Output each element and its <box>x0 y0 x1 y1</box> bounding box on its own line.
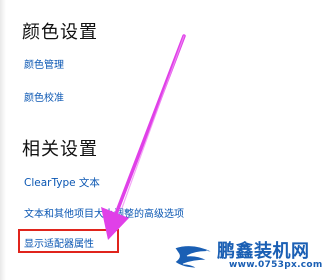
color-settings-heading: 颜色设置 <box>22 22 98 43</box>
color-management-link[interactable]: 颜色管理 <box>24 56 64 71</box>
watermark: 鹏鑫装机网 www.0753px.com <box>169 236 323 276</box>
color-calibration-link[interactable]: 颜色校准 <box>24 89 64 104</box>
bird-logo-icon <box>174 245 214 269</box>
settings-panel: 颜色设置 颜色管理 颜色校准 相关设置 ClearType 文本 文本和其他项目… <box>0 0 325 280</box>
window-edge <box>0 0 6 280</box>
watermark-url: www.0753px.com <box>229 260 323 270</box>
cleartype-text-link[interactable]: ClearType 文本 <box>24 175 100 190</box>
highlight-box <box>18 229 119 253</box>
advanced-sizing-link[interactable]: 文本和其他项目大小调整的高级选项 <box>24 205 184 220</box>
related-settings-heading: 相关设置 <box>22 139 98 160</box>
